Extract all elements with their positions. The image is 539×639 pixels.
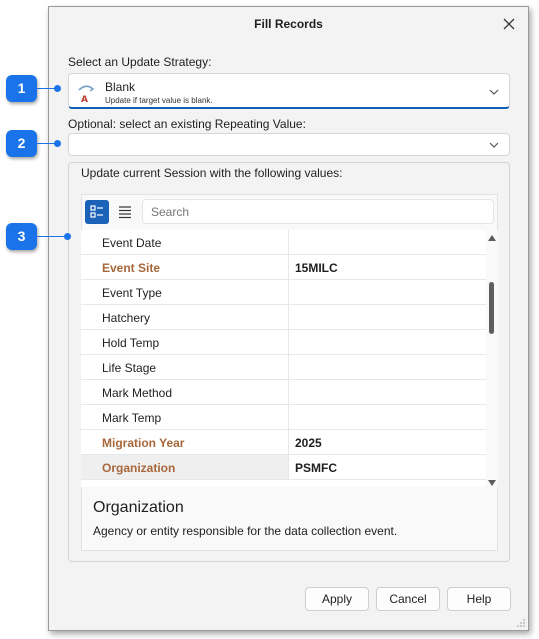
property-value[interactable]: [288, 330, 486, 354]
callout-dot-1: [54, 85, 61, 92]
scroll-down-icon[interactable]: [488, 480, 496, 486]
categorized-view-button[interactable]: [85, 200, 109, 224]
property-name: Mark Method: [102, 386, 173, 400]
strategy-label: Select an Update Strategy:: [68, 55, 212, 69]
help-button[interactable]: Help: [447, 587, 511, 611]
search-input[interactable]: Search: [142, 199, 494, 224]
property-value[interactable]: PSMFC: [288, 455, 486, 479]
property-value[interactable]: [288, 305, 486, 329]
repeating-label: Optional: select an existing Repeating V…: [68, 117, 306, 131]
property-row[interactable]: Mark Method: [81, 380, 486, 405]
close-icon: [503, 18, 515, 30]
chevron-down-icon: [489, 89, 499, 95]
title-bar: Fill Records: [49, 7, 528, 41]
fill-records-dialog: Fill Records Select an Update Strategy: …: [48, 6, 529, 631]
session-group-label: Update current Session with the followin…: [79, 166, 345, 180]
callout-dot-3: [64, 233, 71, 240]
svg-text:A: A: [81, 95, 88, 103]
description-title: Organization: [93, 499, 184, 516]
property-value[interactable]: [288, 230, 486, 254]
strategy-selected-name: Blank: [105, 80, 136, 94]
property-name: Event Type: [102, 286, 162, 300]
grid-scrollbar[interactable]: [486, 230, 498, 487]
categorized-view-icon: [90, 205, 103, 218]
property-name: Life Stage: [102, 361, 157, 375]
property-row[interactable]: Hatchery: [81, 305, 486, 330]
list-view-icon: [119, 206, 131, 219]
property-row[interactable]: Event Site 15MILC: [81, 255, 486, 280]
strategy-selected-description: Update if target value is blank.: [105, 96, 213, 105]
close-button[interactable]: [498, 13, 520, 35]
description-text: Agency or entity responsible for the dat…: [93, 524, 398, 538]
callout-badge-1: 1: [6, 75, 37, 102]
property-name: Hatchery: [102, 311, 151, 325]
strategy-dropdown[interactable]: A Blank Update if target value is blank.: [68, 73, 510, 109]
property-row[interactable]: Event Date: [81, 230, 486, 255]
property-name: Event Date: [102, 236, 162, 250]
property-value[interactable]: [288, 280, 486, 304]
property-rows: Event Date Event Site 15MILC Event Type Hatc…: [81, 230, 486, 487]
callout-line-3: [37, 236, 67, 237]
callout-badge-3: 3: [6, 223, 37, 250]
property-row[interactable]: Mark Temp: [81, 405, 486, 430]
chevron-down-icon: [489, 142, 499, 148]
scroll-up-icon[interactable]: [488, 235, 496, 241]
property-row[interactable]: Event Type: [81, 280, 486, 305]
apply-button[interactable]: Apply: [305, 587, 369, 611]
property-value[interactable]: [288, 405, 486, 429]
property-value[interactable]: 2025: [288, 430, 486, 454]
property-name: Mark Temp: [102, 411, 162, 425]
property-name: Hold Temp: [102, 336, 160, 350]
property-value[interactable]: [288, 380, 486, 404]
property-row[interactable]: Life Stage: [81, 355, 486, 380]
scroll-thumb[interactable]: [489, 282, 494, 334]
resize-grip-icon[interactable]: [517, 619, 525, 627]
callout-dot-2: [54, 140, 61, 147]
property-name: Event Site: [102, 261, 161, 275]
blank-strategy-icon: A: [78, 85, 95, 103]
property-row[interactable]: Hold Temp: [81, 330, 486, 355]
property-value[interactable]: 15MILC: [288, 255, 486, 279]
property-row[interactable]: Migration Year 2025: [81, 430, 486, 455]
repeating-value-dropdown[interactable]: [68, 133, 510, 156]
cancel-button[interactable]: Cancel: [376, 587, 440, 611]
property-row[interactable]: Organization PSMFC: [81, 455, 486, 480]
property-name: Organization: [102, 461, 176, 475]
dialog-title: Fill Records: [254, 17, 323, 31]
property-value[interactable]: [288, 355, 486, 379]
property-name: Migration Year: [102, 436, 185, 450]
callout-badge-2: 2: [6, 130, 37, 157]
list-view-button[interactable]: [113, 200, 137, 224]
